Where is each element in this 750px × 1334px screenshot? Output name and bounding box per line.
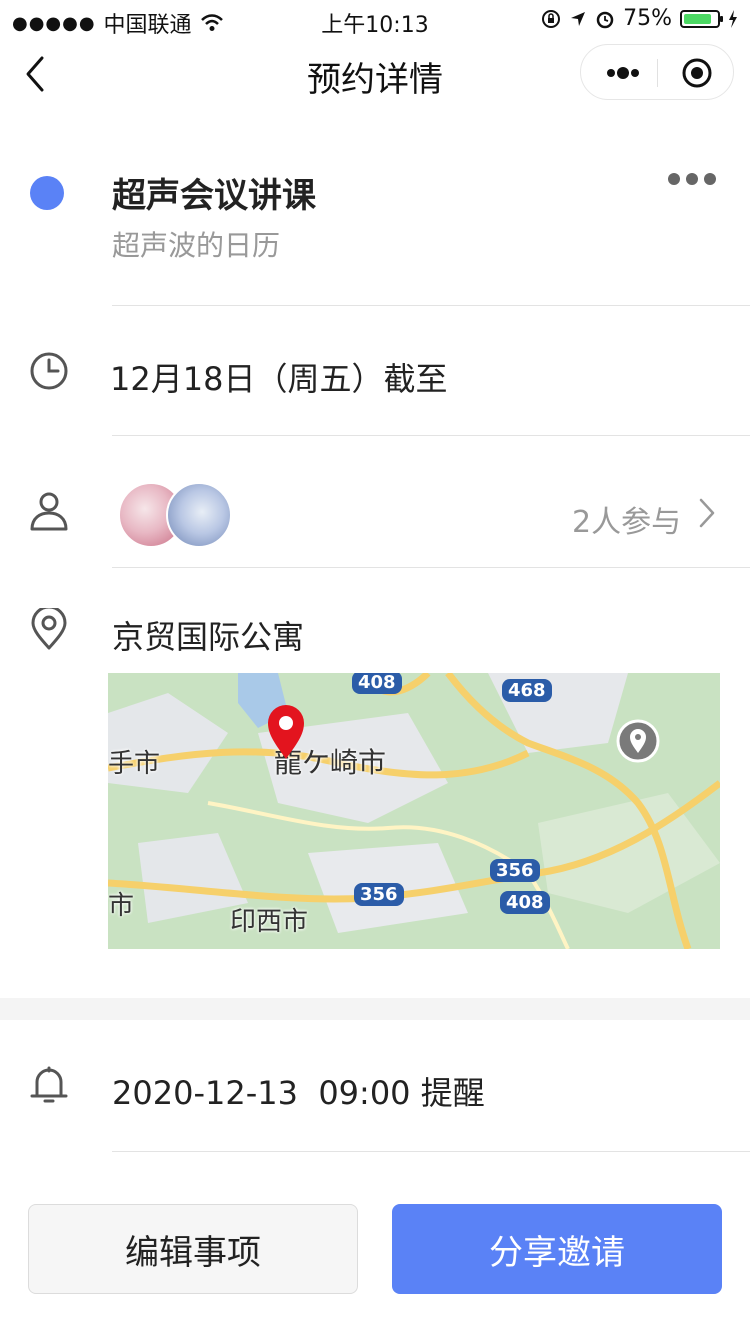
map-poi-icon [616,719,660,763]
navigation-bar: 预约详情 [0,40,750,110]
rotation-lock-icon [542,9,561,28]
battery-icon [680,9,723,28]
clock-icon [30,352,68,390]
road-badge: 408 [352,673,402,694]
participants-count[interactable]: 2人参与 [572,497,681,541]
calendar-color-dot [30,176,64,210]
map-label: 市 [108,891,135,921]
divider [112,305,750,306]
event-title: 超声会议讲课 [112,176,316,216]
map-label: 印西市 [230,907,309,937]
road-badge: 356 [490,859,540,882]
charging-bolt-icon [729,9,737,28]
divider [112,1151,750,1152]
calendar-name: 超声波的日历 [112,229,281,262]
status-right: 75% [541,6,738,31]
reminder-text: 2020-12-13 09:00 提醒 [112,1074,485,1112]
location-name: 京贸国际公寓 [112,618,305,656]
map-label: 手市 [108,749,161,779]
participant-avatar[interactable] [166,482,232,548]
capsule-separator [657,59,658,87]
mini-program-capsule [580,44,734,100]
share-invite-button[interactable]: 分享邀请 [392,1204,722,1294]
location-map[interactable]: 龍ケ崎市 手市 印西市 市 408 468 356 356 408 [108,673,720,949]
divider [112,435,750,436]
location-pin-icon [31,608,67,650]
deadline-text: 12月18日（周五）截至 [110,360,448,398]
chevron-right-icon[interactable] [698,497,716,529]
divider [112,567,750,568]
more-options-icon[interactable] [603,61,643,85]
location-arrow-icon [571,11,586,26]
section-separator [0,998,750,1020]
alarm-icon [596,11,614,28]
event-more-icon[interactable] [668,170,724,186]
road-badge: 408 [500,891,550,914]
battery-percent: 75% [623,6,672,31]
status-bar: ●●●●● 中国联通 上午10:13 75% [0,0,750,40]
road-badge: 356 [354,883,404,906]
person-icon [30,492,68,531]
close-target-icon[interactable] [681,57,713,89]
road-badge: 468 [502,679,552,702]
bell-icon [30,1066,68,1103]
edit-event-button[interactable]: 编辑事项 [28,1204,358,1294]
map-marker-icon [268,705,304,759]
